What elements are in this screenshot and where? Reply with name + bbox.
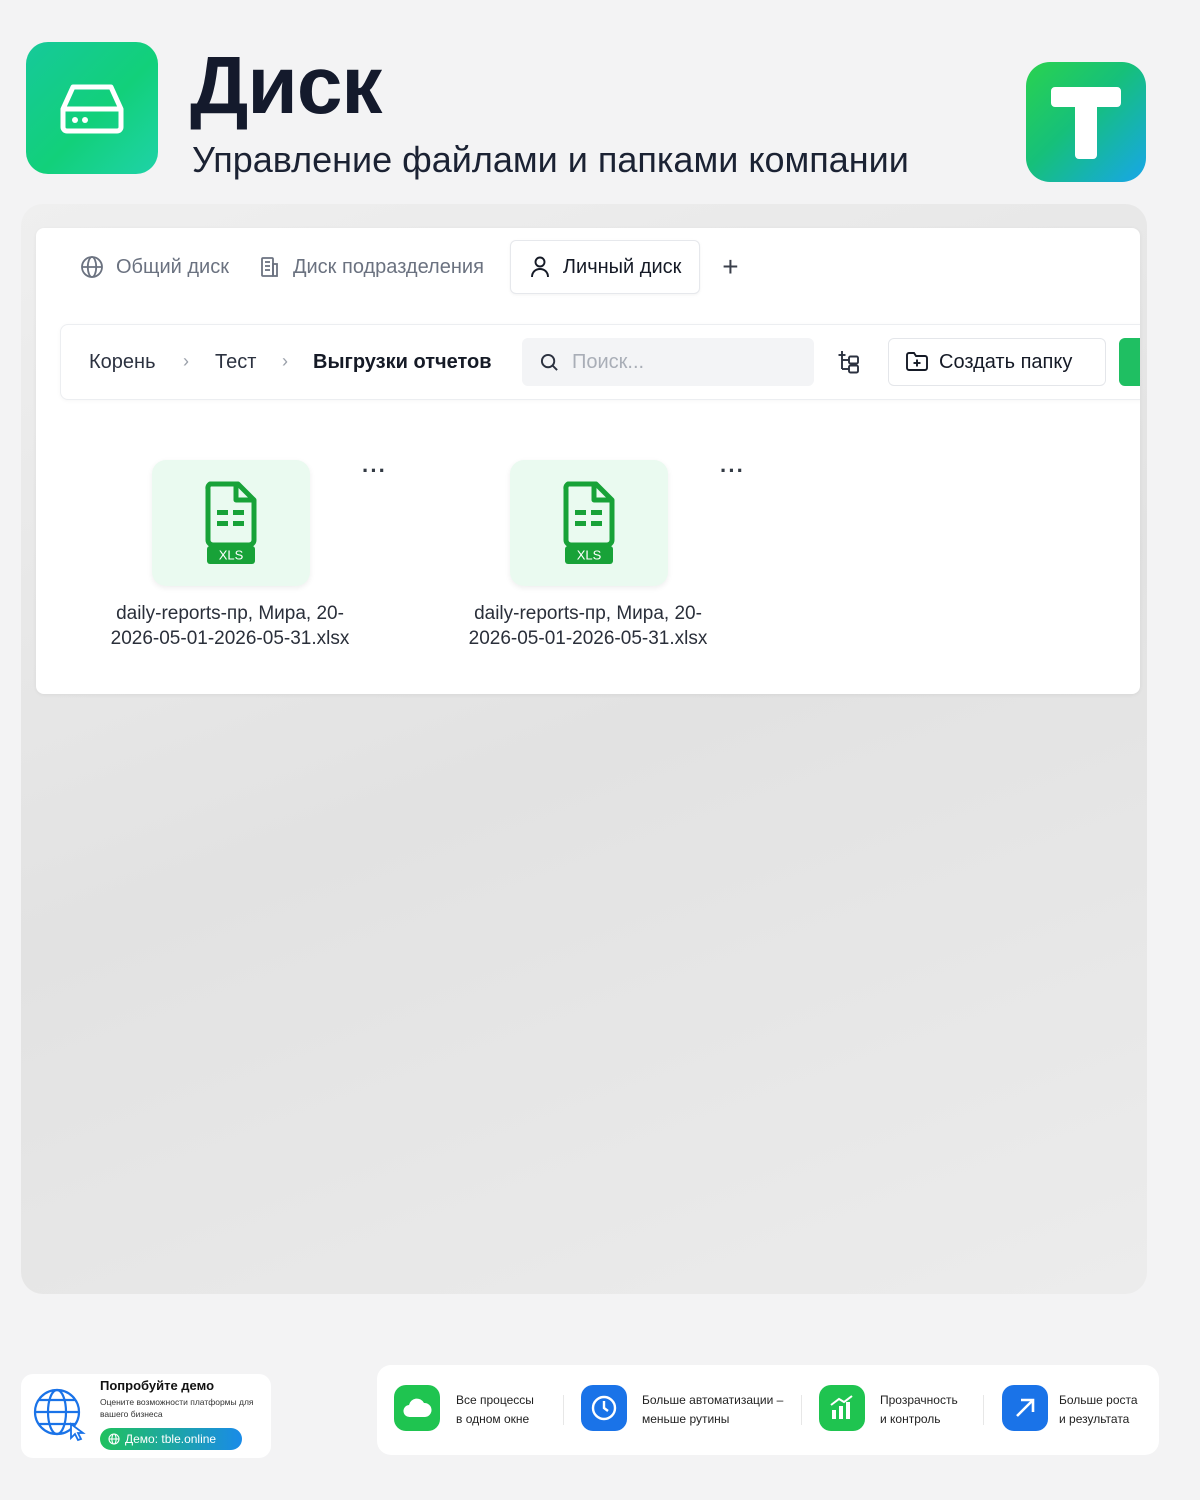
tab-department-drive[interactable]: Диск подразделения (243, 240, 498, 294)
tree-view-icon (838, 351, 859, 374)
benefit-icon (394, 1385, 440, 1431)
file-badge: XLS (219, 548, 244, 563)
benefit-line: Больше автоматизации – (642, 1393, 784, 1407)
tab-bar: Общий диск Диск подразделения Личный дис… (66, 240, 750, 294)
tab-shared-drive[interactable]: Общий диск (66, 240, 243, 294)
demo-description: Оцените возможности платформы для вашего… (100, 1397, 254, 1419)
demo-title: Попробуйте демо (100, 1378, 215, 1393)
breadcrumb-current: Выгрузки отчетов (313, 351, 492, 373)
add-tab-button[interactable]: + (710, 251, 750, 283)
tree-view-button[interactable] (837, 349, 861, 380)
benefit-line: Все процессы (456, 1393, 534, 1407)
building-icon (261, 257, 278, 277)
user-icon (530, 256, 549, 278)
divider (983, 1395, 984, 1425)
upload-button[interactable] (1119, 338, 1140, 386)
xls-file-icon: XLS (205, 481, 257, 564)
t-letter-logo (1051, 87, 1121, 159)
search-icon (540, 353, 558, 371)
file-more-button[interactable]: ··· (720, 458, 745, 484)
breadcrumb-separator: › (183, 351, 189, 371)
file-badge: XLS (577, 548, 602, 563)
demo-link-label: Демо: tble.online (125, 1432, 217, 1446)
file-name-line: 2026-05-01-2026-05-31.xlsx (468, 628, 708, 649)
search-input[interactable] (572, 338, 802, 386)
file-name-line: 2026-05-01-2026-05-31.xlsx (110, 628, 350, 649)
file-card[interactable]: XLS (152, 460, 310, 586)
benefit-line: Прозрачность (880, 1393, 958, 1407)
page-title: Диск (190, 40, 382, 131)
file-more-button[interactable]: ··· (362, 458, 387, 484)
benefit-text: Прозрачность и контроль (880, 1391, 958, 1429)
benefit-text: Больше роста и результата (1059, 1391, 1138, 1429)
file-name[interactable]: daily-reports-пр, Мира, 20- 2026-05-01-2… (80, 601, 380, 651)
breadcrumb-root[interactable]: Корень (89, 349, 155, 375)
file-name[interactable]: daily-reports-пр, Мира, 20- 2026-05-01-2… (438, 601, 738, 651)
benefit-line: Больше роста (1059, 1393, 1138, 1407)
tab-label: Общий диск (116, 255, 229, 278)
create-folder-button[interactable]: Создать папку (888, 338, 1106, 386)
globe-icon (81, 256, 103, 278)
benefits-bar: Все процессы в одном окне Больше автомат… (377, 1365, 1159, 1455)
benefit-line: и контроль (880, 1412, 941, 1426)
benefit-icon (819, 1385, 865, 1431)
tab-personal-drive[interactable]: Личный диск (509, 240, 701, 294)
divider (563, 1395, 564, 1425)
demo-card: Попробуйте демо Оцените возможности плат… (21, 1374, 271, 1458)
chart-icon (830, 1395, 853, 1419)
breadcrumb-separator: › (282, 351, 288, 371)
create-folder-label: Создать папку (939, 350, 1073, 373)
globe-cursor-icon (33, 1388, 86, 1442)
divider (801, 1395, 802, 1425)
benefit-text: Больше автоматизации – меньше рутины (642, 1391, 783, 1429)
search-box (522, 338, 814, 386)
drive-window: Общий диск Диск подразделения Личный дис… (36, 228, 1140, 694)
demo-link-button[interactable]: Демо: tble.online (100, 1428, 242, 1450)
breadcrumb-test[interactable]: Тест (215, 349, 256, 375)
tab-label: Личный диск (562, 255, 682, 278)
benefit-line: меньше рутины (642, 1412, 730, 1426)
benefit-icon (1002, 1385, 1048, 1431)
benefit-icon (581, 1385, 627, 1431)
benefit-line: и результата (1059, 1412, 1130, 1426)
drive-icon (60, 84, 124, 134)
benefit-line: в одном окне (456, 1412, 530, 1426)
folder-plus-icon (906, 352, 928, 371)
globe-icon (108, 1433, 120, 1445)
arrow-up-right-icon (1016, 1398, 1035, 1417)
clock-icon (591, 1395, 617, 1421)
file-name-line: daily-reports-пр, Мира, 20- (474, 603, 702, 624)
app-icon (26, 42, 158, 174)
file-name-line: daily-reports-пр, Мира, 20- (116, 603, 344, 624)
xls-file-icon: XLS (563, 481, 615, 564)
file-card[interactable]: XLS (510, 460, 668, 586)
tab-label: Диск подразделения (292, 255, 484, 278)
toolbar: Корень › Тест › Выгрузки отчетов Создать… (60, 324, 1140, 400)
benefit-text: Все процессы в одном окне (456, 1391, 534, 1429)
page-subtitle: Управление файлами и папками компании (192, 139, 909, 180)
brand-logo (1026, 62, 1146, 182)
cloud-icon (403, 1398, 432, 1418)
